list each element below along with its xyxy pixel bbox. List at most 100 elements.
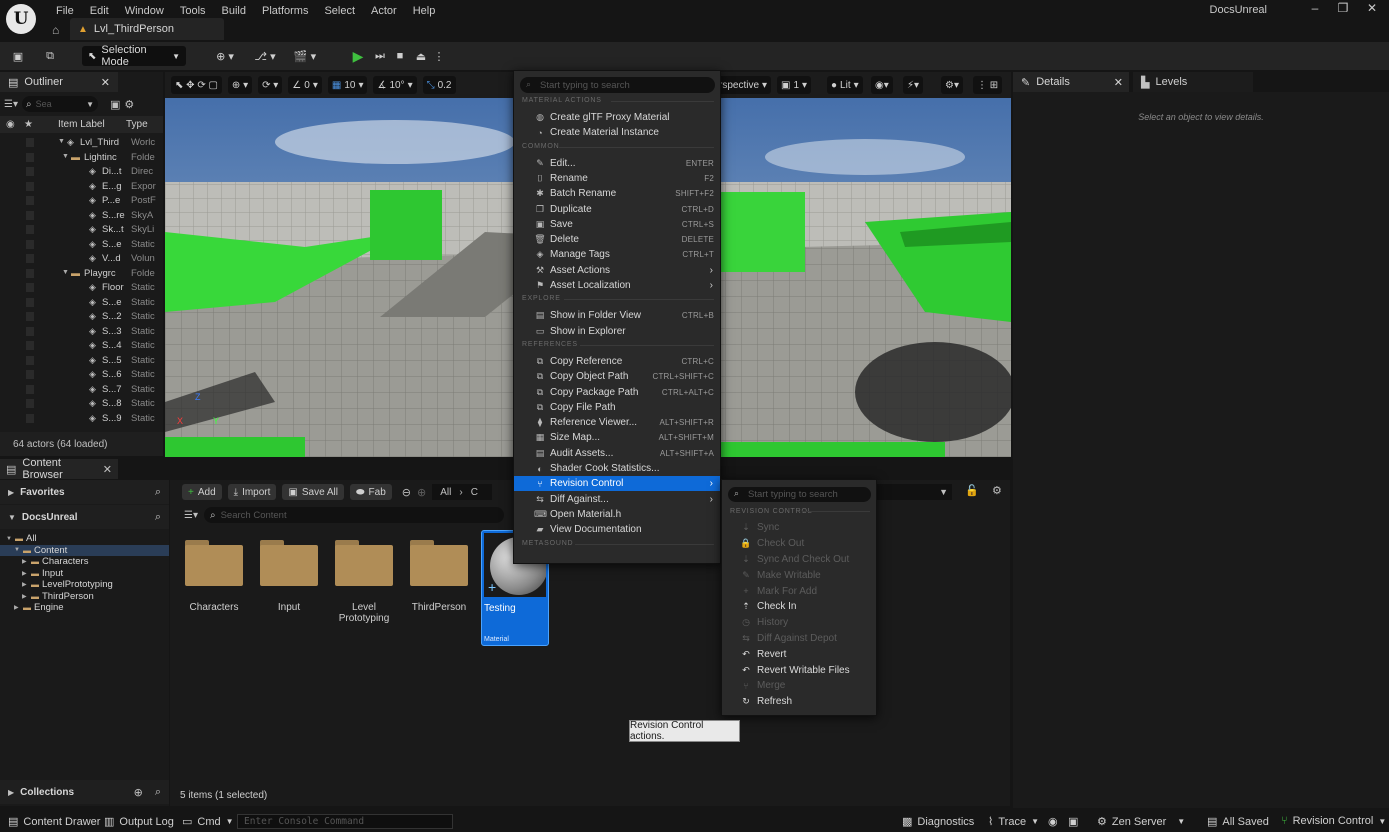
outliner-row[interactable]: ◈ S...9 Static: [0, 412, 163, 427]
details-tab[interactable]: ✎ Details ✕: [1013, 72, 1129, 92]
submenu-item-check-in[interactable]: ⇡ Check In: [722, 599, 876, 615]
visibility-toggle[interactable]: [26, 181, 34, 191]
visibility-toggle[interactable]: [26, 370, 34, 379]
menu-item-delete[interactable]: 🗑 Delete DELETE: [514, 232, 720, 247]
collections-header[interactable]: ▶ Collections ⊕ ⌕: [0, 780, 169, 804]
menu-file[interactable]: File: [48, 2, 82, 17]
visibility-toggle[interactable]: [26, 254, 34, 263]
context-search-input[interactable]: Start typing to search: [520, 77, 715, 93]
stop-icon[interactable]: ■: [391, 46, 409, 66]
menu-item-revision-control[interactable]: ⑂ Revision Control ›: [514, 476, 720, 492]
menu-select[interactable]: Select: [316, 2, 363, 17]
menu-item-edit[interactable]: ✎ Edit... ENTER: [514, 156, 720, 171]
filter-icon[interactable]: ☰▾: [184, 510, 198, 521]
outliner-search[interactable]: ⌕ Sea ▼: [21, 96, 98, 112]
tree-item[interactable]: ▶ ▬ Engine: [0, 602, 169, 614]
visibility-toggle[interactable]: [26, 399, 34, 408]
perspective-dropdown[interactable]: rspective ▾: [715, 76, 772, 94]
revision-control-status[interactable]: ⑂ Revision Control ▼: [1281, 815, 1386, 827]
menu-item-create-gltf-proxy-material[interactable]: ◍ Create glTF Proxy Material: [514, 110, 720, 125]
tree-item[interactable]: ▶ ▬ LevelPrototyping: [0, 579, 169, 591]
close-window-button[interactable]: ✕: [1355, 1, 1389, 17]
chevron-down-icon[interactable]: ▼: [6, 536, 12, 542]
project-header[interactable]: ▼ DocsUnreal ⌕: [0, 505, 169, 529]
close-icon[interactable]: ✕: [101, 76, 110, 89]
outliner-row[interactable]: ◈ S...8 Static: [0, 397, 163, 412]
record-icon[interactable]: ◉: [1048, 815, 1058, 828]
submenu-item-revert-writable-files[interactable]: ↶ Revert Writable Files: [722, 662, 876, 678]
menu-item-diff-against[interactable]: ⇆ Diff Against... ›: [514, 492, 720, 507]
submenu-search-input[interactable]: Start typing to search: [728, 487, 871, 502]
content-search[interactable]: ⌕ Search Content: [203, 507, 504, 523]
outliner-row[interactable]: ◈ Floor Static: [0, 281, 163, 296]
visibility-toggle[interactable]: [26, 138, 34, 147]
forward-icon[interactable]: ⊕: [417, 486, 426, 499]
output-log-button[interactable]: ▥ Output Log: [104, 815, 174, 829]
menu-help[interactable]: Help: [405, 2, 444, 17]
outliner-tab[interactable]: ▤ Outliner ✕: [0, 72, 118, 92]
chevron-down-icon[interactable]: ▼: [14, 547, 20, 553]
new-folder-icon[interactable]: ▣: [110, 98, 120, 111]
column-item-label[interactable]: Item Label: [58, 119, 105, 130]
chevron-down-icon[interactable]: ▼: [62, 153, 69, 160]
folder-tile[interactable]: [260, 540, 318, 586]
tree-item[interactable]: ▶ ▬ Input: [0, 568, 169, 580]
menu-item-copy-package-path[interactable]: ⧉ Copy Package Path CTRL+ALT+C: [514, 385, 720, 400]
level-tab[interactable]: ▲ Lvl_ThirdPerson: [70, 18, 224, 40]
camera-speed[interactable]: ▣ 1 ▾: [777, 76, 812, 94]
content-drawer-button[interactable]: ▤ Content Drawer: [8, 815, 100, 829]
visibility-toggle[interactable]: [26, 167, 34, 176]
outliner-row[interactable]: ◈ Di...t Direc: [0, 165, 163, 180]
outliner-row[interactable]: ◈ P...e PostF: [0, 194, 163, 209]
menu-item-asset-actions[interactable]: ⚒ Asset Actions ›: [514, 263, 720, 278]
menu-item-open-material-h[interactable]: ⌨ Open Material.h: [514, 507, 720, 522]
menu-item-duplicate[interactable]: ❐ Duplicate CTRL+D: [514, 202, 720, 217]
lit-dropdown[interactable]: ● Lit ▾: [827, 76, 863, 94]
angle-snap[interactable]: ∡ 10° ▾: [373, 76, 417, 94]
settings-icon[interactable]: ⚙: [124, 98, 134, 111]
settings-icon[interactable]: ⚙: [992, 484, 1002, 497]
search-icon[interactable]: ⌕: [155, 511, 161, 524]
lock-icon[interactable]: 🔓: [965, 484, 979, 497]
path-breadcrumb[interactable]: All › C: [432, 484, 493, 500]
chevron-down-icon[interactable]: ▼: [58, 138, 65, 145]
search-history-dropdown[interactable]: ▼: [870, 484, 952, 500]
outliner-row[interactable]: ◈ S...e Static: [0, 238, 163, 253]
blueprint-icon[interactable]: ⎇ ▾: [250, 46, 280, 66]
outliner-row[interactable]: ◈ S...2 Static: [0, 310, 163, 325]
outliner-row[interactable]: ◈ S...3 Static: [0, 325, 163, 340]
play-icon[interactable]: ▶: [348, 46, 368, 66]
content-browser-tab[interactable]: ▤ Content Browser ✕: [0, 457, 118, 481]
cmd-dropdown[interactable]: ▭ Cmd ▼: [182, 815, 234, 829]
menu-item-shader-cook-statistics[interactable]: ◐ Shader Cook Statistics...: [514, 461, 720, 476]
eject-icon[interactable]: ⏏: [411, 46, 431, 66]
coordinate-icon[interactable]: ⊕ ▾: [227, 76, 253, 94]
menu-edit[interactable]: Edit: [82, 2, 117, 17]
outliner-row[interactable]: ▼ ◈ Lvl_Third Worlc: [0, 136, 163, 151]
add-actor-icon[interactable]: ⊕ ▾: [210, 46, 240, 66]
outliner-row[interactable]: ◈ S...6 Static: [0, 368, 163, 383]
tree-item[interactable]: ▶ ▬ ThirdPerson: [0, 591, 169, 603]
outliner-row[interactable]: ◈ E...g Expor: [0, 180, 163, 195]
show-flags-icon[interactable]: ◉▾: [871, 76, 893, 94]
visibility-toggle[interactable]: [26, 283, 34, 292]
import-button[interactable]: ⤓ Import: [227, 484, 277, 500]
unreal-logo-icon[interactable]: U: [6, 4, 36, 34]
performance-icon[interactable]: ⚡▾: [903, 76, 924, 94]
menu-item-size-map[interactable]: ▦ Size Map... ALT+SHIFT+M: [514, 430, 720, 445]
menu-item-show-in-folder-view[interactable]: ▤ Show in Folder View CTRL+B: [514, 308, 720, 323]
settings-icon[interactable]: ⚙▾: [941, 76, 963, 94]
add-icon[interactable]: ⊕: [134, 786, 143, 799]
outliner-row[interactable]: ◈ S...re SkyA: [0, 209, 163, 224]
outliner-row[interactable]: ◈ S...7 Static: [0, 383, 163, 398]
trace-dropdown[interactable]: ⌇ Trace ▼: [988, 815, 1039, 829]
fab-button[interactable]: ⬬ Fab: [350, 484, 392, 500]
visibility-toggle[interactable]: [26, 312, 34, 321]
cinematics-icon[interactable]: 🎬 ▾: [290, 46, 320, 66]
outliner-row[interactable]: ◈ V...d Volun: [0, 252, 163, 267]
content-search-input[interactable]: Search Content: [221, 510, 287, 521]
visibility-toggle[interactable]: [26, 384, 34, 394]
save-icon[interactable]: ▣: [8, 46, 28, 66]
close-icon[interactable]: ✕: [103, 463, 112, 476]
search-icon[interactable]: ⌕: [155, 486, 161, 499]
